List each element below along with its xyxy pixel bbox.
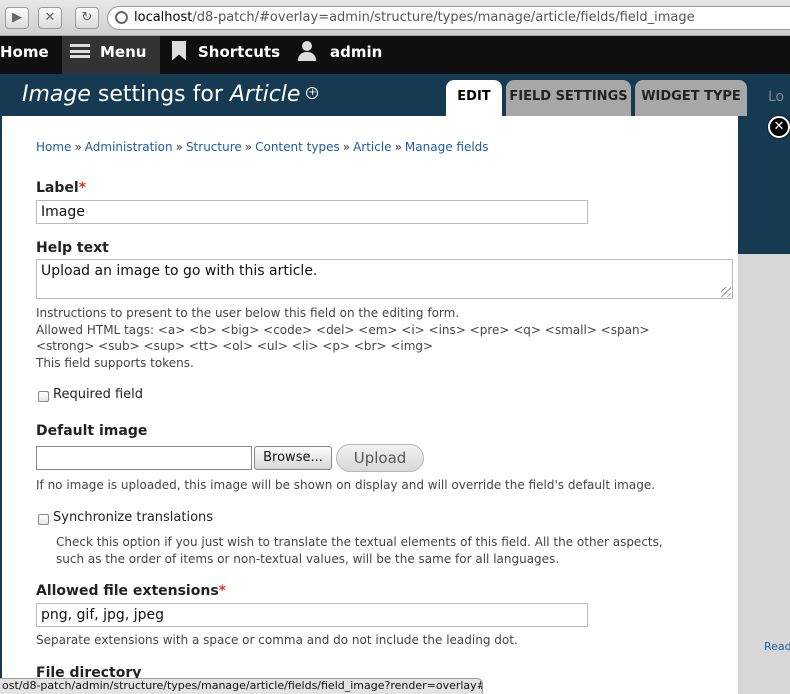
overlay-page-behind (738, 254, 790, 694)
breadcrumb-separator: » (394, 140, 402, 154)
title-field-name: Image (22, 82, 91, 107)
breadcrumb-separator: » (175, 140, 183, 154)
close-overlay-button[interactable]: ✕ (768, 116, 790, 138)
tab-widget-type-label: WIDGET TYPE (641, 89, 741, 104)
toolbar-home-link[interactable]: Home (0, 36, 62, 74)
reload-button[interactable]: ↻ (75, 7, 99, 29)
overlay-title: Image settings for Article + (22, 82, 319, 107)
toolbar-shortcuts-tab[interactable]: Shortcuts (172, 36, 280, 74)
tab-field-settings[interactable]: FIELD SETTINGS (506, 80, 631, 116)
address-bar[interactable]: localhost/d8-patch/#overlay=admin/struct… (107, 6, 790, 30)
tab-partial[interactable]: Lo (768, 80, 790, 116)
extensions-title: Allowed file extensions* (36, 583, 226, 599)
breadcrumb-manage-fields[interactable]: Manage fields (405, 140, 489, 154)
help-text-title: Help text (36, 240, 109, 256)
sync-desc-line: Check this option if you just wish to tr… (56, 535, 663, 549)
sync-translations-checkbox[interactable] (38, 514, 49, 525)
required-field-label[interactable]: Required field (53, 387, 143, 402)
toolbar-menu-tab[interactable]: Menu (62, 36, 160, 74)
breadcrumb-separator: » (244, 140, 253, 154)
add-shortcut-icon[interactable]: + (306, 87, 319, 99)
label-field-title: Label* (36, 180, 86, 196)
tab-edit-label: EDIT (457, 89, 491, 104)
required-field-checkbox[interactable] (38, 391, 49, 402)
help-desc-line: Allowed HTML tags: <a> <b> <big> <code> … (36, 322, 650, 337)
breadcrumb-separator: » (74, 140, 82, 154)
url-path: /d8-patch/#overlay=admin/structure/types… (192, 10, 695, 25)
breadcrumb-administration[interactable]: Administration (85, 140, 173, 154)
label-field-title-text: Label (36, 180, 79, 196)
help-desc-line: <strong> <sub> <sup> <tt> <ol> <ul> <li>… (36, 339, 434, 353)
toolbar-home-label: Home (0, 43, 49, 61)
menu-icon (70, 43, 90, 58)
tab-edit[interactable]: EDIT (446, 80, 502, 116)
required-marker: * (218, 583, 226, 599)
bookmark-icon (172, 40, 186, 61)
breadcrumb-article[interactable]: Article (353, 140, 392, 154)
stop-button[interactable]: ✕ (38, 7, 62, 29)
toolbar-user-tab[interactable]: admin (298, 36, 382, 74)
breadcrumb-separator: » (342, 140, 351, 154)
breadcrumb: Home» Administration» Structure» Content ty… (36, 140, 489, 154)
back-button[interactable]: ▶ (5, 7, 29, 29)
help-text-value: Upload an image to go with this article. (41, 263, 318, 279)
default-image-title: Default image (36, 423, 148, 439)
sync-desc-line: such as the order of items or non-textua… (56, 551, 560, 566)
tab-partial-label: Lo (768, 89, 785, 105)
browse-button[interactable]: Browse... (254, 446, 332, 470)
close-icon: ✕ (773, 119, 785, 134)
help-desc-line: Instructions to present to the user belo… (36, 306, 460, 320)
required-marker: * (78, 180, 87, 196)
help-text-textarea[interactable]: Upload an image to go with this article. (36, 259, 733, 299)
user-icon (298, 40, 316, 61)
globe-icon (115, 11, 128, 24)
sync-translations-label[interactable]: Synchronize translations (53, 510, 213, 525)
sync-translations-description: Check this option if you just wish to tr… (56, 534, 663, 567)
extensions-description: Separate extensions with a space or comm… (36, 633, 518, 647)
default-image-file-input[interactable] (36, 446, 252, 470)
breadcrumb-content-types[interactable]: Content types (255, 140, 340, 154)
upload-button[interactable]: Upload (336, 444, 424, 472)
admin-toolbar: Home Menu Shortcuts admin (0, 36, 790, 74)
resize-grip-icon[interactable] (721, 287, 731, 297)
breadcrumb-structure[interactable]: Structure (186, 140, 242, 154)
background-link-peek: Read (764, 640, 790, 653)
url-host: localhost (134, 10, 193, 25)
browser-chrome: ▶ ✕ ↻ localhost/d8-patch/#overlay=admin/… (0, 0, 790, 36)
toolbar-menu-label: Menu (100, 43, 147, 61)
toolbar-shortcuts-label: Shortcuts (198, 43, 281, 61)
extensions-input[interactable]: png, gif, jpg, jpeg (36, 603, 588, 627)
browser-status-bar: ost/d8-patch/admin/structure/types/manag… (0, 678, 483, 694)
help-text-description: Instructions to present to the user belo… (36, 305, 650, 371)
label-input[interactable]: Image (36, 200, 588, 224)
tab-field-settings-label: FIELD SETTINGS (509, 89, 628, 104)
default-image-description: If no image is uploaded, this image will… (36, 478, 656, 492)
tab-widget-type[interactable]: WIDGET TYPE (635, 80, 747, 116)
extensions-title-text: Allowed file extensions (36, 583, 219, 599)
toolbar-user-label: admin (330, 43, 383, 61)
help-desc-line: This field supports tokens. (36, 355, 194, 370)
title-content-type: Article (229, 82, 301, 107)
title-middle: settings for (90, 82, 230, 107)
breadcrumb-home[interactable]: Home (36, 140, 71, 154)
